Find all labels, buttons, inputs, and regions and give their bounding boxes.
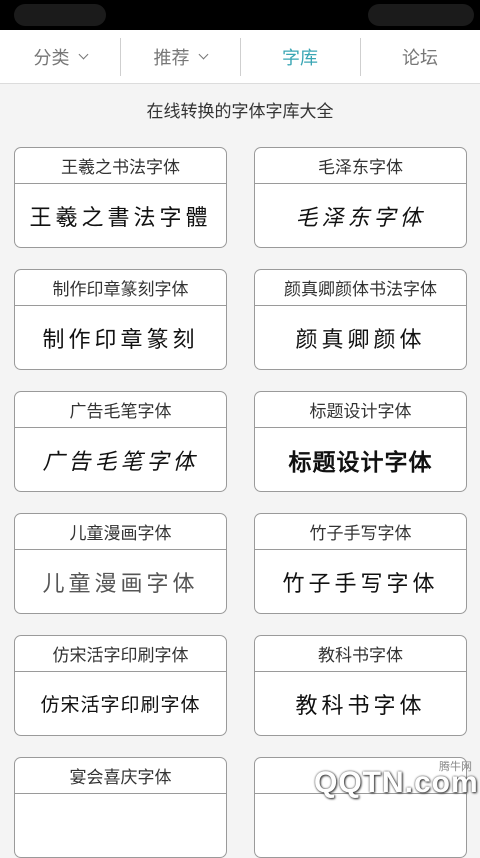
tab-forum[interactable]: 论坛 <box>360 30 480 83</box>
watermark-logo: QQTN.com <box>314 766 479 799</box>
chevron-down-icon <box>198 49 208 59</box>
font-card-title: 广告毛笔字体 <box>15 392 226 428</box>
font-card-title: 王羲之书法字体 <box>15 148 226 184</box>
tab-recommend[interactable]: 推荐 <box>120 30 240 83</box>
font-card-title: 制作印章篆刻字体 <box>15 270 226 306</box>
font-card-sample: 仿宋活字印刷字体 <box>40 694 201 716</box>
font-card-sample: 王羲之書法字體 <box>29 205 212 231</box>
status-left-indicator <box>14 4 106 26</box>
font-card-sample: 教科书字体 <box>295 693 426 719</box>
tab-font-library-label: 字库 <box>282 47 318 69</box>
font-card-sample: 儿童漫画字体 <box>42 571 199 597</box>
font-card-sample: 制作印章篆刻 <box>42 327 199 353</box>
tab-category[interactable]: 分类 <box>0 30 120 83</box>
site-watermark: 腾牛网 QQTN.com <box>270 748 480 800</box>
tab-font-library[interactable]: 字库 <box>240 30 360 83</box>
font-card-sample <box>255 794 466 857</box>
font-card-yanzhenqing[interactable]: 颜真卿颜体书法字体 颜真卿颜体 <box>254 269 467 370</box>
font-card-sample <box>15 794 226 857</box>
font-card-title: 儿童漫画字体 <box>15 514 226 550</box>
font-card-title: 颜真卿颜体书法字体 <box>255 270 466 306</box>
font-card-maozedong[interactable]: 毛泽东字体 毛泽东字体 <box>254 147 467 248</box>
font-card-fangsong[interactable]: 仿宋活字印刷字体 仿宋活字印刷字体 <box>14 635 227 736</box>
font-card-sample: 广告毛笔字体 <box>42 449 199 475</box>
font-card-title: 毛泽东字体 <box>255 148 466 184</box>
font-card-sample: 竹子手写字体 <box>282 571 439 597</box>
chevron-down-icon <box>78 49 88 59</box>
font-card-title: 竹子手写字体 <box>255 514 466 550</box>
page-heading: 在线转换的字体字库大全 <box>146 102 334 122</box>
font-card-sample: 标题设计字体 <box>288 449 433 476</box>
font-card-title: 宴会喜庆字体 <box>15 758 226 794</box>
tab-category-label: 分类 <box>33 47 70 69</box>
font-card-textbook[interactable]: 教科书字体 教科书字体 <box>254 635 467 736</box>
font-card-title-design[interactable]: 标题设计字体 标题设计字体 <box>254 391 467 492</box>
font-card-seal[interactable]: 制作印章篆刻字体 制作印章篆刻 <box>14 269 227 370</box>
tab-forum-label: 论坛 <box>402 47 438 69</box>
tab-recommend-label: 推荐 <box>153 47 190 69</box>
status-right-indicator <box>368 4 474 26</box>
font-card-wangxizhi[interactable]: 王羲之书法字体 王羲之書法字體 <box>14 147 227 248</box>
font-card-sample: 颜真卿颜体 <box>295 327 426 353</box>
font-card-ad-brush[interactable]: 广告毛笔字体 广告毛笔字体 <box>14 391 227 492</box>
top-tab-bar: 分类 推荐 字库 论坛 <box>0 30 480 84</box>
status-bar <box>0 0 480 30</box>
font-card-title: 仿宋活字印刷字体 <box>15 636 226 672</box>
font-card-banquet[interactable]: 宴会喜庆字体 <box>14 757 227 858</box>
font-card-title: 教科书字体 <box>255 636 466 672</box>
font-card-comic[interactable]: 儿童漫画字体 儿童漫画字体 <box>14 513 227 614</box>
font-card-bamboo[interactable]: 竹子手写字体 竹子手写字体 <box>254 513 467 614</box>
font-card-title: 标题设计字体 <box>255 392 466 428</box>
font-card-sample: 毛泽东字体 <box>295 205 426 231</box>
